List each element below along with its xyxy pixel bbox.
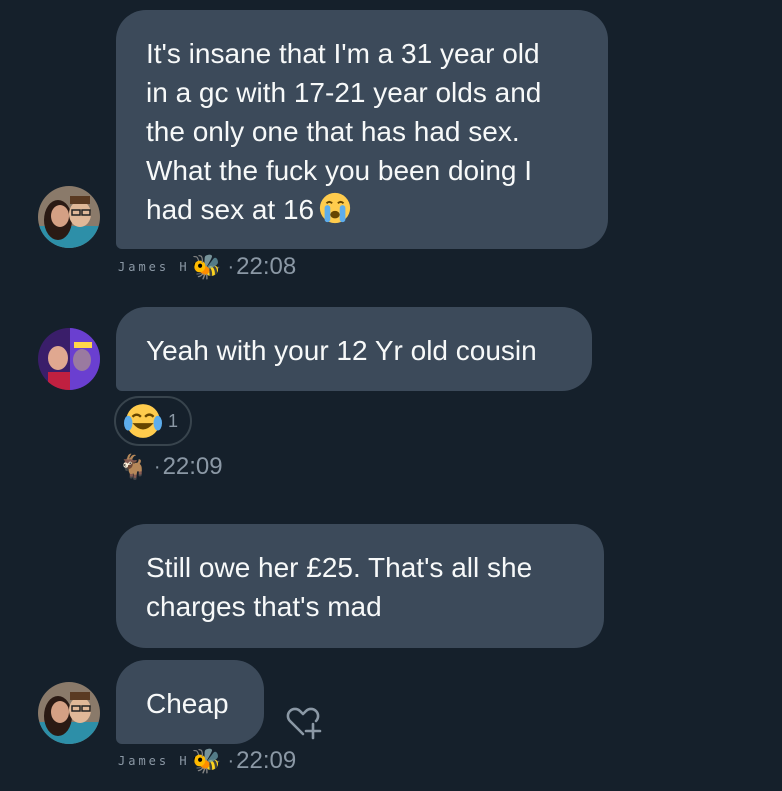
- reaction-pill[interactable]: 1: [114, 396, 192, 446]
- sender-name: James H: [118, 260, 190, 274]
- add-reaction-button[interactable]: [284, 704, 324, 742]
- meta-separator: ·: [227, 255, 235, 278]
- avatar-other-user[interactable]: [38, 328, 100, 390]
- goat-icon: 🐐: [118, 453, 148, 481]
- message-meta: James H 🐝 · 22:09: [118, 746, 296, 776]
- message-timestamp: 22:08: [236, 253, 297, 280]
- loudly-crying-face-icon: [320, 192, 351, 224]
- bee-icon: 🐝: [191, 253, 222, 281]
- message-text: Still owe her £25. That's all she charge…: [146, 552, 533, 622]
- reaction-count: 1: [168, 410, 179, 431]
- dm-conversation: It's insane that I'm a 31 year old in a …: [0, 0, 782, 791]
- heart-plus-icon: [286, 707, 322, 740]
- message-bubble[interactable]: Yeah with your 12 Yr old cousin: [116, 307, 592, 391]
- message-text: Yeah with your 12 Yr old cousin: [146, 335, 537, 366]
- face-with-tears-of-joy-icon: [124, 404, 162, 438]
- meta-separator: ·: [153, 455, 161, 478]
- meta-separator: ·: [227, 749, 235, 772]
- message-meta: James H 🐝 · 22:08: [118, 252, 296, 282]
- message-meta: 🐐 · 22:09: [118, 452, 223, 482]
- avatar-james-h[interactable]: [38, 682, 100, 744]
- message-bubble[interactable]: Still owe her £25. That's all she charge…: [116, 524, 604, 648]
- message-timestamp: 22:09: [236, 747, 297, 774]
- bee-icon: 🐝: [191, 747, 222, 775]
- message-timestamp: 22:09: [162, 453, 223, 480]
- sender-name: James H: [118, 754, 190, 768]
- message-text: Cheap: [146, 688, 229, 719]
- message-bubble[interactable]: It's insane that I'm a 31 year old in a …: [116, 10, 608, 249]
- avatar-james-h[interactable]: [38, 186, 100, 248]
- message-bubble[interactable]: Cheap: [116, 660, 264, 744]
